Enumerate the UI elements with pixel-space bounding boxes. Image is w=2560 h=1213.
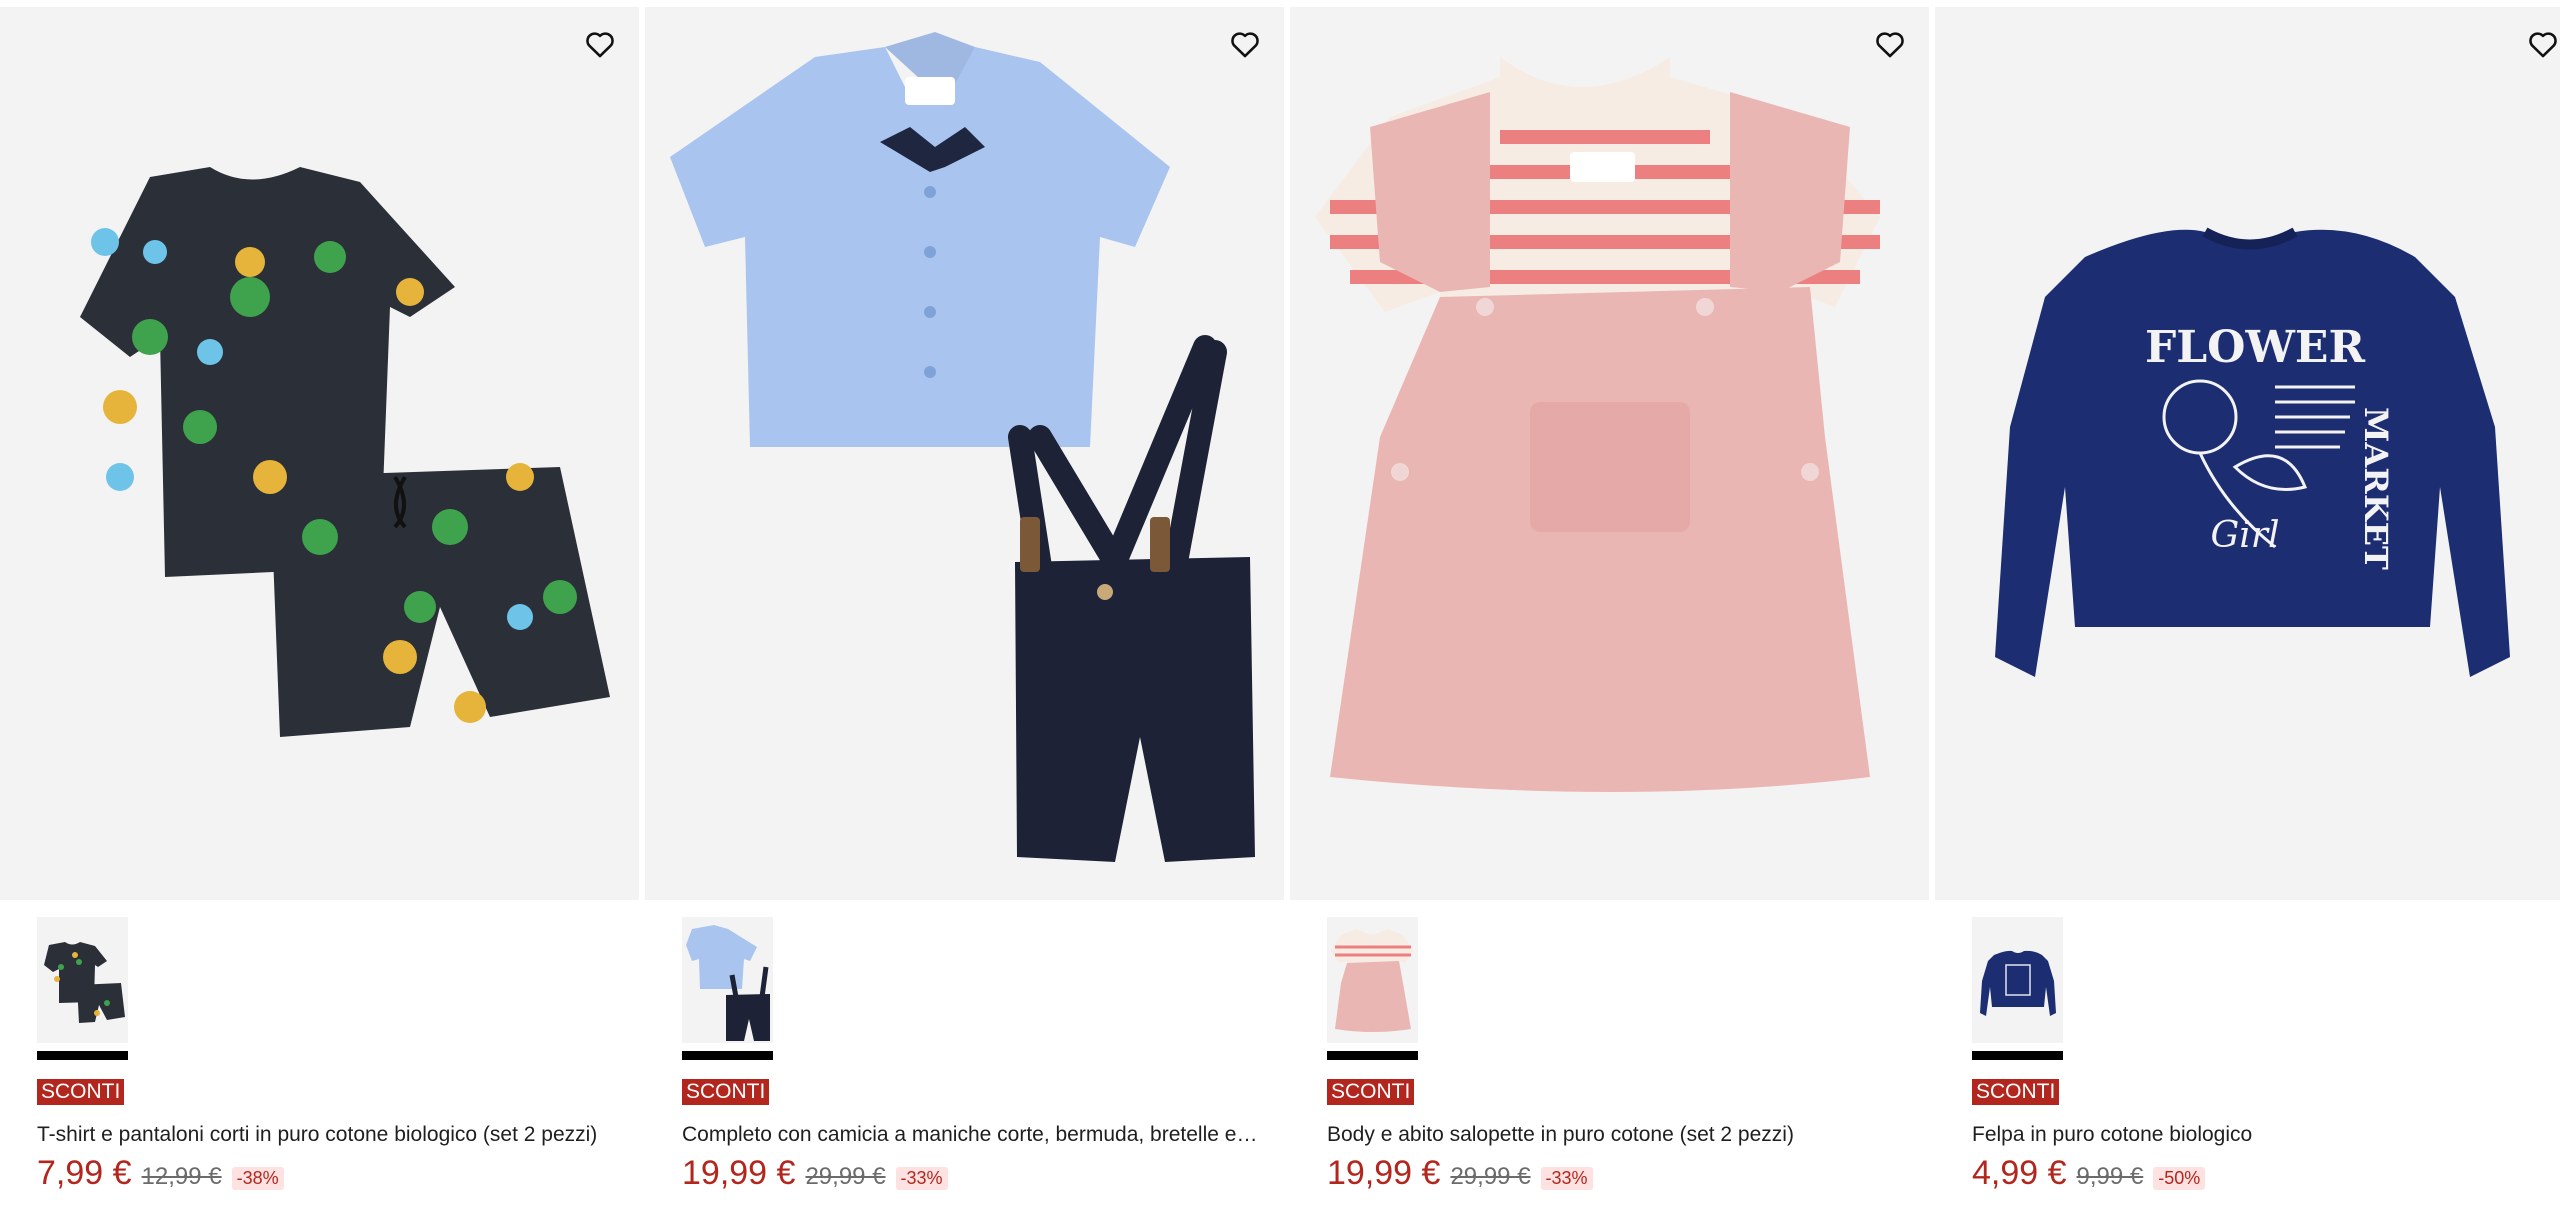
discount-badge: -50% [2153,1167,2206,1190]
wishlist-button[interactable] [2526,27,2560,67]
color-variant-thumbnail[interactable] [1972,917,2063,1043]
original-price: 9,99 € [2076,1163,2144,1190]
current-price: 4,99 € [1972,1154,2067,1192]
price-row: 7,99 € 12,99 € -38% [37,1153,284,1193]
color-variant-thumbnail[interactable] [37,917,128,1043]
sweatshirt-print-flower: FLOWER [2145,322,2365,373]
shirt-suspender-shorts-illustration [670,32,1255,862]
product-grid: SCONTI T-shirt e pantaloni corti in puro… [0,0,2560,1213]
original-price: 29,99 € [1450,1163,1531,1190]
sale-badge: SCONTI [1972,1079,2060,1105]
selected-variant-indicator [37,1051,128,1060]
heart-outline-icon [1876,32,1904,58]
selected-variant-indicator [1972,1051,2063,1060]
price-row: 19,99 € 29,99 € -33% [1327,1153,1593,1193]
product-title[interactable]: Felpa in puro cotone biologico [1972,1121,2552,1149]
price-row: 4,99 € 9,99 € -50% [1972,1153,2206,1193]
variant-thumbnail-image [1972,917,2063,1043]
sale-badge: SCONTI [1327,1079,1415,1105]
selected-variant-indicator [1327,1051,1418,1060]
color-variant-thumbnail[interactable] [1327,917,1418,1043]
product-image[interactable] [0,7,639,900]
current-price: 7,99 € [37,1154,132,1192]
product-title[interactable]: T-shirt e pantaloni corti in puro cotone… [37,1121,617,1149]
sale-badge: SCONTI [682,1079,770,1105]
current-price: 19,99 € [1327,1154,1441,1192]
current-price: 19,99 € [682,1154,796,1192]
product-card: SCONTI T-shirt e pantaloni corti in puro… [0,0,639,1213]
product-image[interactable] [1290,7,1929,900]
variant-thumbnail-image [37,917,128,1043]
wishlist-button[interactable] [1228,27,1268,67]
product-card: FLOWER MARKET Girl SCONTI Felpa in puro … [1935,0,2560,1213]
navy-sweatshirt-illustration: FLOWER MARKET Girl [1995,227,2510,677]
heart-outline-icon [1231,32,1259,58]
variant-thumbnail-image [1327,917,1418,1043]
wishlist-button[interactable] [1873,27,1913,67]
product-image[interactable]: FLOWER MARKET Girl [1935,7,2560,900]
original-price: 29,99 € [805,1163,886,1190]
discount-badge: -33% [895,1167,948,1190]
discount-badge: -33% [1540,1167,1593,1190]
wishlist-button[interactable] [583,27,623,67]
price-row: 19,99 € 29,99 € -33% [682,1153,948,1193]
sweatshirt-print-market: MARKET [2357,407,2395,570]
striped-body-pinafore-illustration [1315,57,1880,792]
color-variant-thumbnail[interactable] [682,917,773,1043]
sale-badge: SCONTI [37,1079,125,1105]
tshirt-shorts-illustration [80,167,610,737]
variant-thumbnail-image [682,917,773,1043]
heart-outline-icon [2529,32,2557,58]
selected-variant-indicator [682,1051,773,1060]
product-title[interactable]: Completo con camicia a maniche corte, be… [682,1121,1262,1149]
product-card: SCONTI Completo con camicia a maniche co… [645,0,1284,1213]
product-card: SCONTI Body e abito salopette in puro co… [1290,0,1929,1213]
product-image[interactable] [645,7,1284,900]
product-title[interactable]: Body e abito salopette in puro cotone (s… [1327,1121,1907,1149]
discount-badge: -38% [231,1167,284,1190]
original-price: 12,99 € [141,1163,222,1190]
heart-outline-icon [586,32,614,58]
